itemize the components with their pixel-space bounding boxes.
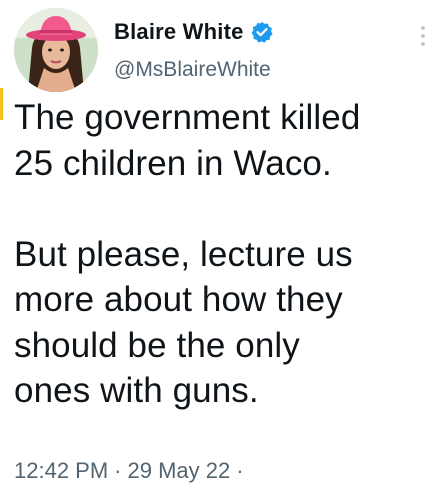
tweet-card: Blaire White @MsBlaireWhite The governme… bbox=[0, 0, 437, 500]
display-name-row: Blaire White bbox=[114, 18, 273, 46]
verified-badge-icon bbox=[251, 21, 273, 43]
avatar[interactable] bbox=[14, 8, 98, 92]
more-options-icon[interactable] bbox=[418, 22, 428, 52]
tweet-time[interactable]: 12:42 PM bbox=[14, 458, 108, 484]
avatar-image bbox=[14, 8, 98, 92]
meta-separator-trailing: · bbox=[236, 458, 244, 483]
tweet-text: The government killed 25 children in Wac… bbox=[14, 98, 361, 410]
user-handle[interactable]: @MsBlaireWhite bbox=[114, 58, 271, 82]
tweet-date[interactable]: 29 May 22 bbox=[128, 458, 231, 484]
display-name[interactable]: Blaire White bbox=[114, 19, 244, 45]
left-accent-bar bbox=[0, 88, 3, 120]
meta-separator: · bbox=[114, 458, 122, 483]
tweet-meta: 12:42 PM · 29 May 22 · bbox=[14, 458, 244, 484]
